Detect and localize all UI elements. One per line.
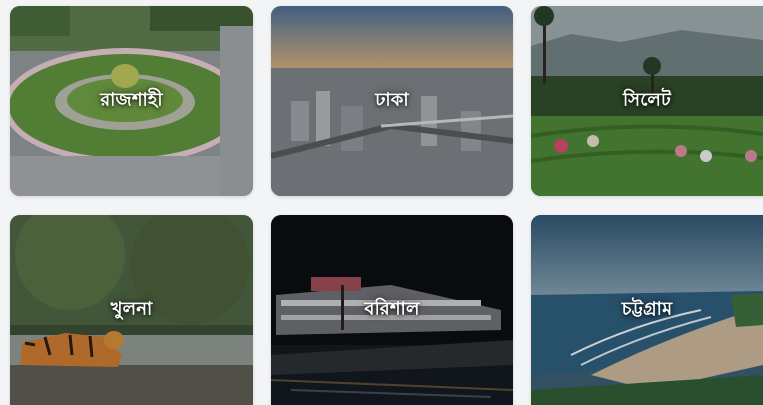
division-card-sylhet[interactable]: সিলেট <box>531 6 763 196</box>
division-label: রাজশাহী <box>100 89 163 111</box>
division-card-rajshahi[interactable]: রাজশাহী <box>10 6 253 196</box>
division-grid: রাজশাহী ঢাকা সিলেট খুলনা বরিশাল চট্টগ্রা… <box>0 0 763 405</box>
division-label: বরিশাল <box>364 298 420 320</box>
division-label: সিলেট <box>622 89 672 111</box>
division-label: চট্টগ্রাম <box>621 298 673 320</box>
division-card-barishal[interactable]: বরিশাল <box>271 215 513 405</box>
division-card-khulna[interactable]: খুলনা <box>10 215 253 405</box>
division-card-dhaka[interactable]: ঢাকা <box>271 6 513 196</box>
division-label: ঢাকা <box>375 89 409 111</box>
division-card-chattogram[interactable]: চট্টগ্রাম <box>531 215 763 405</box>
division-label: খুলনা <box>110 298 153 320</box>
